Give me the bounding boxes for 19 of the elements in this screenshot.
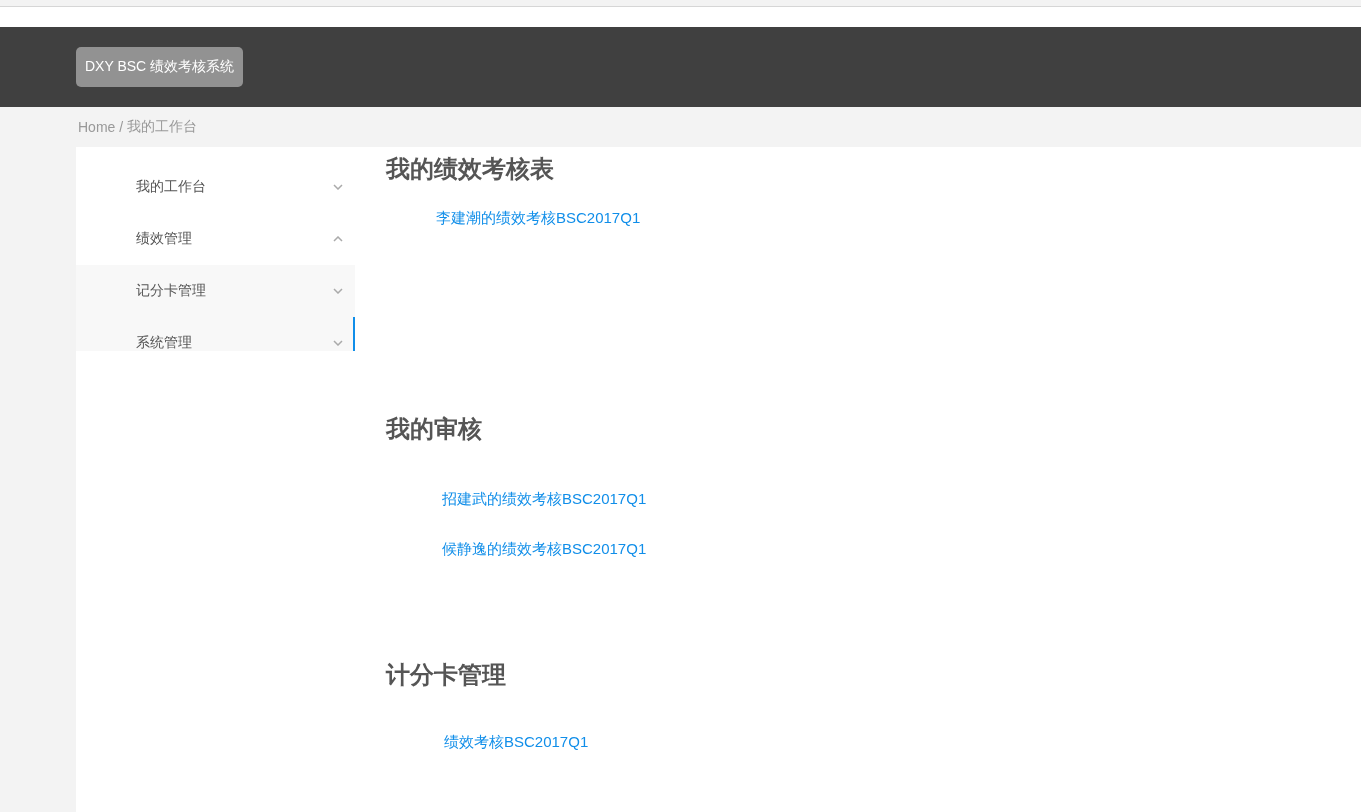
report-link[interactable]: 绩效考核BSC2017Q1 xyxy=(444,733,1361,752)
breadcrumb-current: 我的工作台 xyxy=(127,118,198,136)
brand-logo[interactable]: DXY BSC 绩效考核系统 xyxy=(76,47,244,87)
section-title: 我的审核 xyxy=(386,414,483,444)
caret-icon xyxy=(333,236,343,242)
menu-item[interactable]: 系统管理 xyxy=(76,317,355,351)
report-link[interactable]: 招建武的绩效考核BSC2017Q1 xyxy=(442,490,1361,509)
breadcrumb-home-link[interactable]: Home xyxy=(78,119,116,135)
menu-item[interactable]: 记分卡管理 xyxy=(76,265,355,317)
menu-item[interactable]: 我的工作台 xyxy=(76,161,355,213)
menu-item[interactable]: 绩效管理 xyxy=(76,213,355,265)
section-title: 我的绩效考核表 xyxy=(386,154,555,184)
report-link[interactable]: 候静逸的绩效考核BSC2017Q1 xyxy=(442,540,1361,559)
caret-icon xyxy=(333,184,343,190)
section-title: 计分卡管理 xyxy=(386,660,507,690)
caret-icon xyxy=(333,288,343,294)
caret-icon xyxy=(333,340,343,346)
report-link[interactable]: 李建潮的绩效考核BSC2017Q1 xyxy=(436,209,1361,228)
breadcrumb-separator: / xyxy=(119,119,124,135)
